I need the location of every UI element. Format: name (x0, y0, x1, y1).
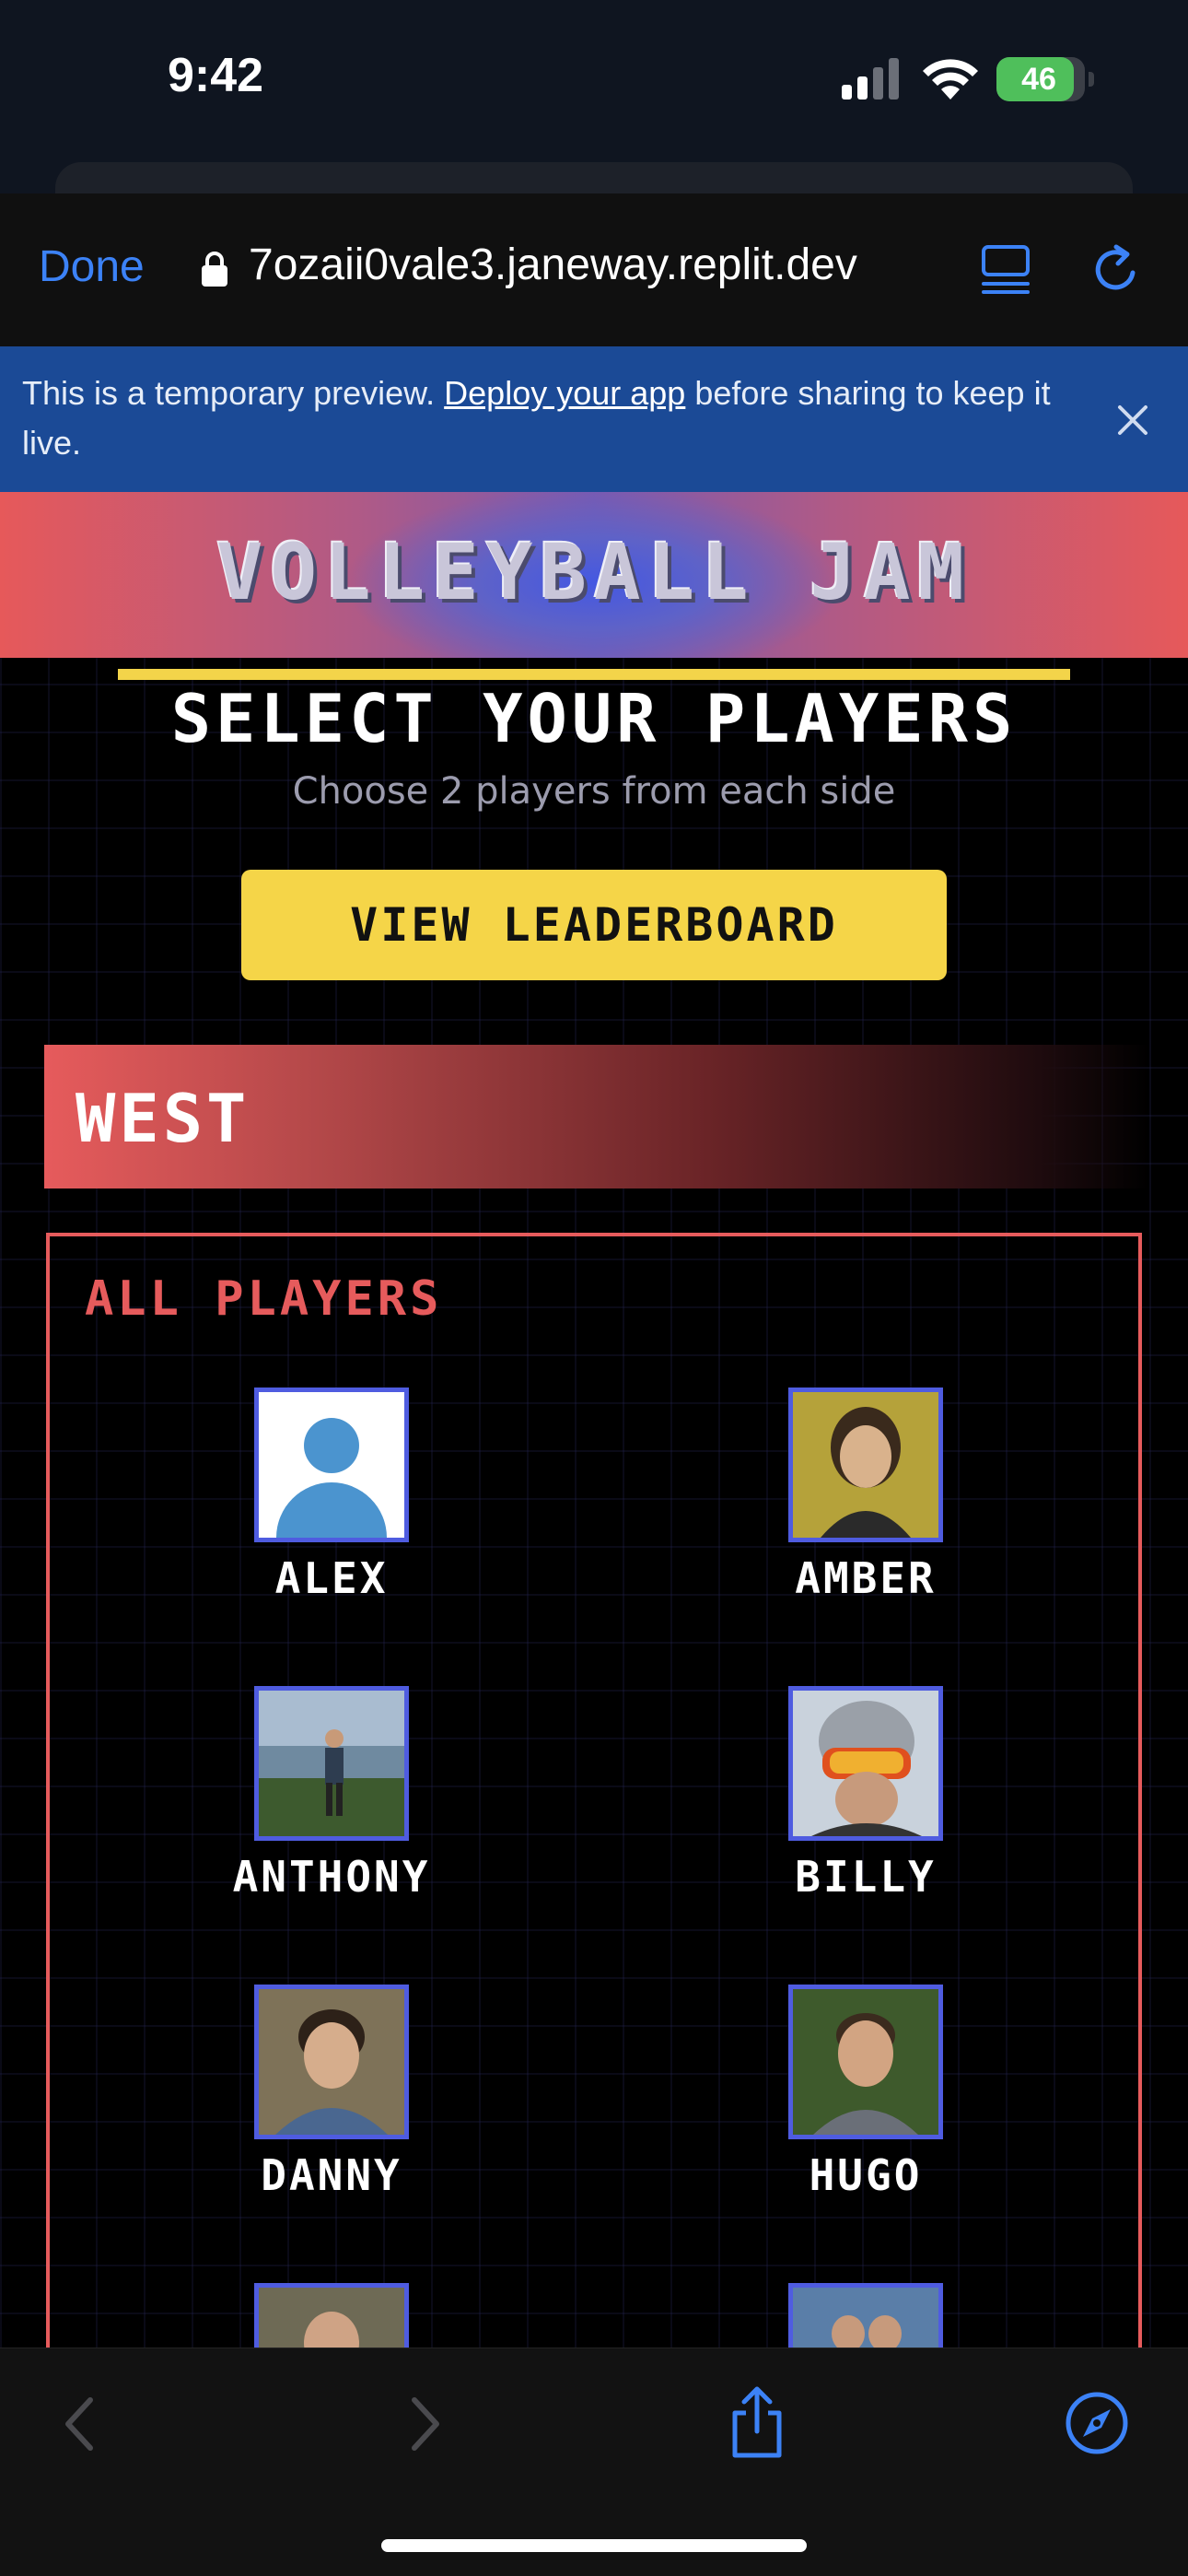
page-subtitle: Choose 2 players from each side (292, 770, 896, 813)
lock-icon (202, 252, 227, 287)
player-card[interactable]: DANNY (147, 1985, 516, 2224)
view-leaderboard-button[interactable]: VIEW LEADERBOARD (241, 870, 947, 980)
player-photo (788, 1985, 943, 2139)
player-name: BILLY (795, 1852, 937, 1902)
player-name: DANNY (261, 2150, 402, 2200)
home-indicator (381, 2539, 807, 2552)
player-card[interactable]: ANTHONY (147, 1686, 516, 1926)
hero-banner: VOLLEYBALL JAM (0, 492, 1188, 658)
back-icon[interactable] (59, 2395, 99, 2453)
player-photo (788, 1388, 943, 1542)
team-header-west: WEST (44, 1045, 1149, 1188)
player-name: HUGO (809, 2150, 923, 2200)
signal-icon (842, 58, 899, 100)
player-name: ANTHONY (232, 1852, 431, 1902)
player-name: ALEX (274, 1553, 389, 1603)
player-card[interactable]: AMBER (681, 1388, 1050, 1627)
player-card[interactable] (147, 2283, 516, 2348)
player-photo (788, 1686, 943, 1841)
default-avatar-icon (254, 1388, 409, 1542)
page-title: SELECT YOUR PLAYERS (170, 680, 1018, 757)
player-card[interactable]: HUGO (681, 1985, 1050, 2224)
player-photo (254, 1686, 409, 1841)
battery-charging-icon: 46 (996, 57, 1094, 101)
reload-icon[interactable] (1089, 241, 1144, 297)
preview-banner: This is a temporary preview. Deploy your… (0, 346, 1188, 492)
reader-mode-icon[interactable] (980, 243, 1031, 295)
players-panel: ALL PLAYERS ALEX AMBER ANTHONY BILLY DAN… (46, 1233, 1142, 2348)
app-content: VOLLEYBALL JAM SELECT YOUR PLAYERS Choos… (0, 492, 1188, 2348)
player-card[interactable] (681, 2283, 1050, 2348)
close-icon[interactable] (1111, 398, 1155, 442)
heading-accent-bar (118, 669, 1070, 680)
done-button[interactable]: Done (39, 241, 145, 292)
banner-text-before: This is a temporary preview. (22, 374, 445, 412)
wifi-icon (923, 59, 978, 100)
player-photo (788, 2283, 943, 2348)
player-name: AMBER (795, 1553, 937, 1603)
status-bar: 9:42 46 (0, 0, 1188, 217)
browser-toolbar: Done 7ozaii0vale3.janeway.replit.dev (0, 193, 1188, 346)
deploy-app-link[interactable]: Deploy your app (444, 374, 685, 412)
player-card[interactable]: BILLY (681, 1686, 1050, 1926)
share-icon[interactable] (728, 2385, 786, 2459)
player-photo (254, 2283, 409, 2348)
battery-percent: 46 (1021, 62, 1056, 97)
banner-message: This is a temporary preview. Deploy your… (22, 369, 1063, 468)
status-time: 9:42 (168, 49, 264, 102)
forward-icon[interactable] (405, 2395, 446, 2453)
compass-icon[interactable] (1065, 2391, 1129, 2455)
player-photo (254, 1985, 409, 2139)
app-title: VOLLEYBALL JAM (215, 527, 972, 617)
section-label: ALL PLAYERS (85, 1271, 443, 1327)
player-card[interactable]: ALEX (147, 1388, 516, 1627)
team-title: WEST (76, 1080, 250, 1157)
url-field[interactable]: 7ozaii0vale3.janeway.replit.dev (249, 240, 857, 290)
